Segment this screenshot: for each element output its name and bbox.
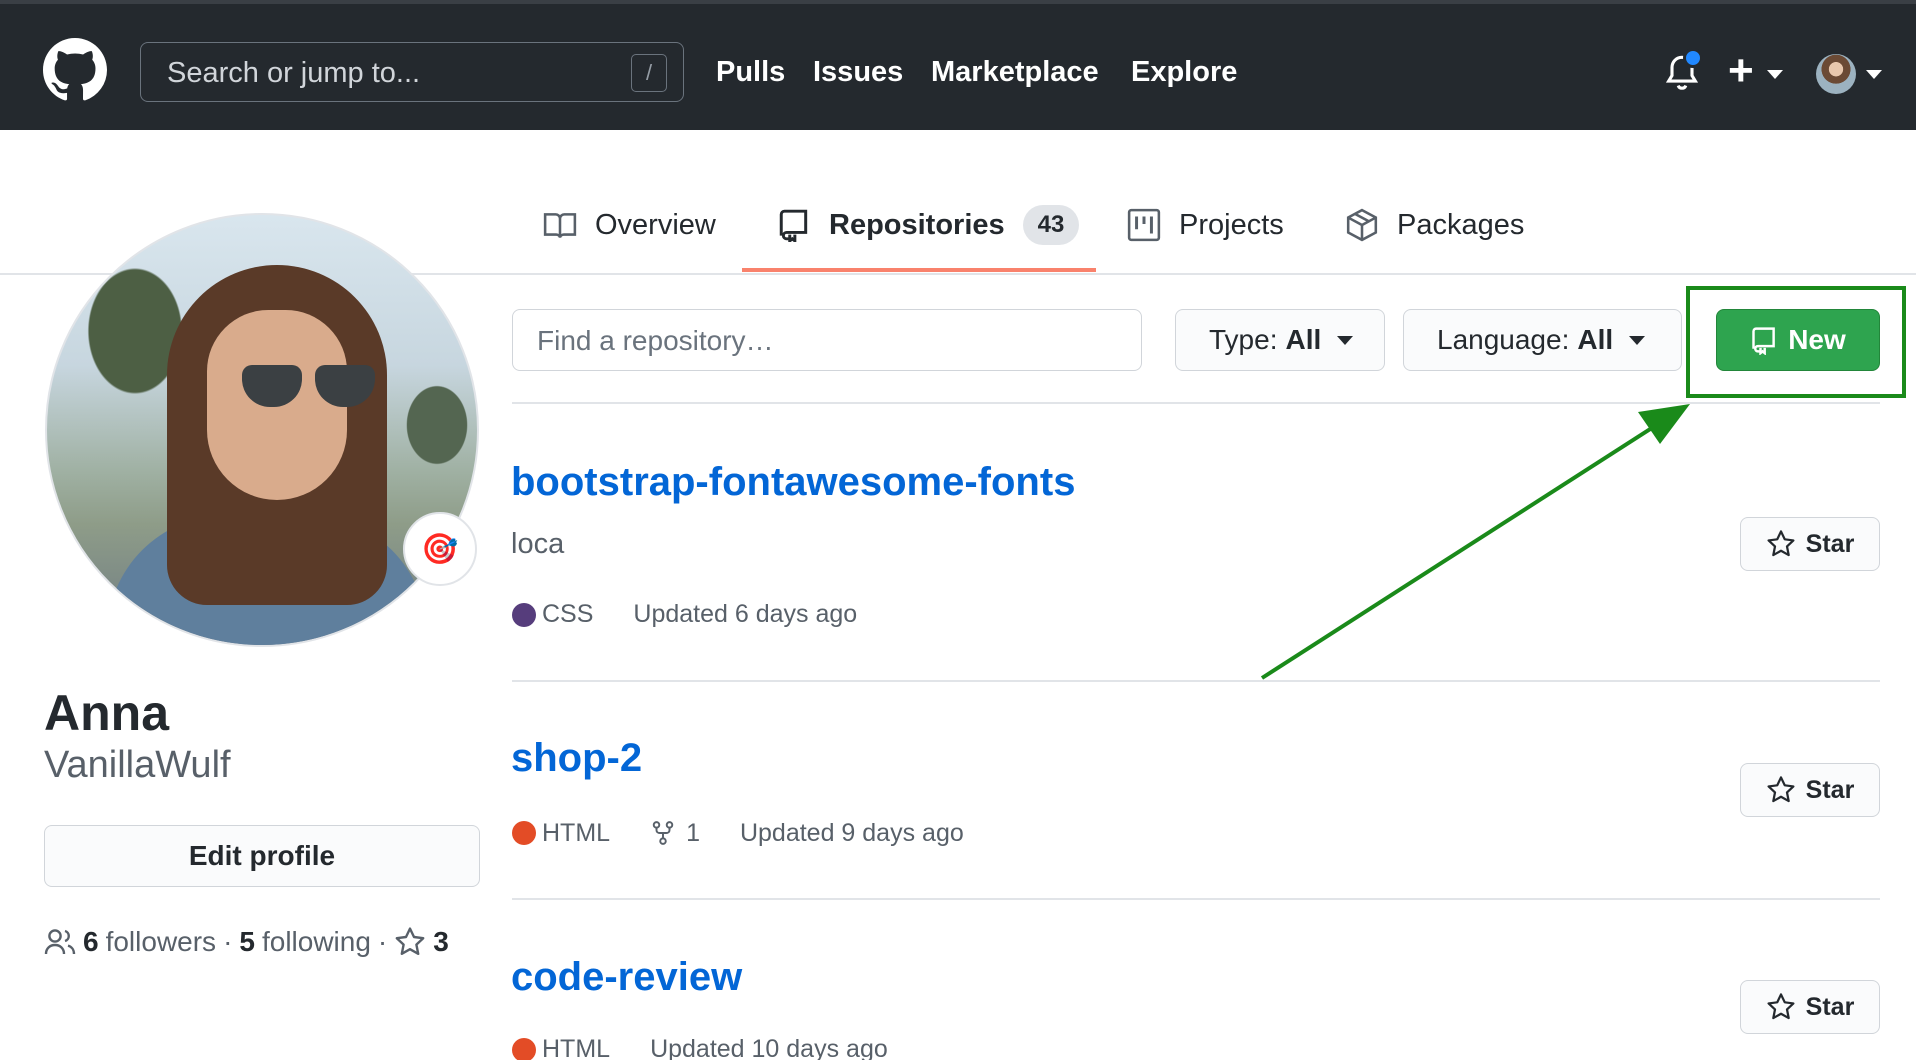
repo-updated: Updated 10 days ago [650,1035,888,1060]
repo-name-link[interactable]: bootstrap-fontawesome-fonts [511,460,1075,505]
tab-overview-label: Overview [595,208,716,241]
type-filter-select[interactable]: Type: All [1175,309,1385,371]
separator-dot: · [223,926,233,957]
language-filter-select[interactable]: Language: All [1403,309,1682,371]
repo-updated: Updated 9 days ago [739,818,964,847]
unread-notification-dot [1683,48,1703,68]
star-icon [1767,993,1795,1020]
create-new-plus-icon[interactable]: + [1728,46,1754,96]
package-icon [1346,208,1378,242]
user-avatar-menu[interactable] [1816,54,1856,94]
following-label[interactable]: following [262,926,371,958]
tab-projects-label: Projects [1179,208,1284,241]
type-filter-value: All [1285,324,1322,355]
repo-description: loca [511,528,565,560]
create-menu-caret-icon[interactable] [1767,70,1783,79]
status-emoji-button[interactable]: 🎯 [403,512,477,586]
followers-label[interactable]: followers [106,926,216,958]
profile-username: VanillaWulf [44,744,231,786]
repositories-count-badge: 43 [1022,205,1080,245]
repo-meta: HTML 1 Updated 9 days ago [512,818,964,848]
star-icon[interactable] [394,926,426,958]
type-filter-label: Type: [1209,324,1278,355]
project-icon [1127,208,1161,242]
annotation-arrow [1260,404,1690,680]
chevron-down-icon [1629,335,1646,345]
github-logo-icon[interactable] [43,38,107,102]
star-button-label: Star [1805,529,1855,558]
repo-language: CSS [542,600,594,628]
stars-count[interactable]: 3 [433,926,449,958]
repo-language: HTML [542,1035,611,1060]
profile-full-name: Anna [44,685,169,741]
star-icon [1767,776,1795,803]
list-divider [512,402,1880,404]
repo-meta: CSS Updated 6 days ago [512,600,857,629]
star-button-label: Star [1805,992,1855,1021]
nav-issues[interactable]: Issues [813,56,903,89]
separator-dot: · [377,926,388,957]
following-count[interactable]: 5 [239,926,255,958]
star-icon [1767,530,1795,557]
tab-repositories[interactable]: Repositories 43 [777,203,1080,247]
edit-profile-button[interactable]: Edit profile [44,825,480,887]
chevron-down-icon [1337,335,1354,345]
followers-count[interactable]: 6 [83,926,99,958]
nav-marketplace[interactable]: Marketplace [931,56,1099,89]
nav-pulls[interactable]: Pulls [716,56,785,89]
user-menu-caret-icon[interactable] [1866,70,1882,79]
book-icon [543,213,577,238]
repo-icon [779,209,808,242]
repo-language: HTML [542,818,611,847]
star-button-label: Star [1805,775,1855,804]
search-placeholder: Search or jump to... [167,57,421,89]
list-divider [512,898,1880,900]
tab-projects[interactable]: Projects [1127,203,1284,247]
highlight-box-annotation [1686,286,1906,398]
star-button[interactable]: Star [1740,763,1880,817]
language-filter-value: All [1577,324,1614,355]
find-repository-placeholder: Find a repository… [537,325,774,356]
tab-packages-label: Packages [1397,208,1525,241]
follow-stats: 6 followers · 5 following · 3 [44,926,449,958]
star-button[interactable]: Star [1740,517,1880,571]
selected-tab-underline [742,268,1096,272]
language-color-dot [512,1037,536,1060]
repo-name-link[interactable]: code-review [511,955,742,1000]
global-search-input[interactable]: Search or jump to... / [140,42,684,102]
language-color-dot [512,821,536,845]
nav-explore[interactable]: Explore [1131,56,1237,89]
repo-updated: Updated 6 days ago [633,600,858,628]
fork-icon [652,821,674,845]
repo-name-link[interactable]: shop-2 [511,736,642,781]
global-header: Search or jump to... / Pulls Issues Mark… [0,0,1916,130]
people-icon [44,929,76,955]
tab-packages[interactable]: Packages [1345,203,1524,247]
status-emoji: 🎯 [421,532,459,566]
profile-avatar[interactable] [45,213,479,647]
repo-meta: HTML Updated 10 days ago [512,1035,888,1060]
language-filter-label: Language: [1437,324,1570,355]
list-divider [512,680,1880,682]
search-shortcut-key: / [631,54,667,92]
tab-overview[interactable]: Overview [543,203,716,247]
tab-repositories-label: Repositories [829,208,1005,241]
fork-count-link[interactable]: 1 [650,818,700,848]
fork-count: 1 [686,818,700,847]
language-color-dot [512,602,536,627]
find-repository-input[interactable]: Find a repository… [512,309,1142,371]
star-button[interactable]: Star [1740,980,1880,1034]
